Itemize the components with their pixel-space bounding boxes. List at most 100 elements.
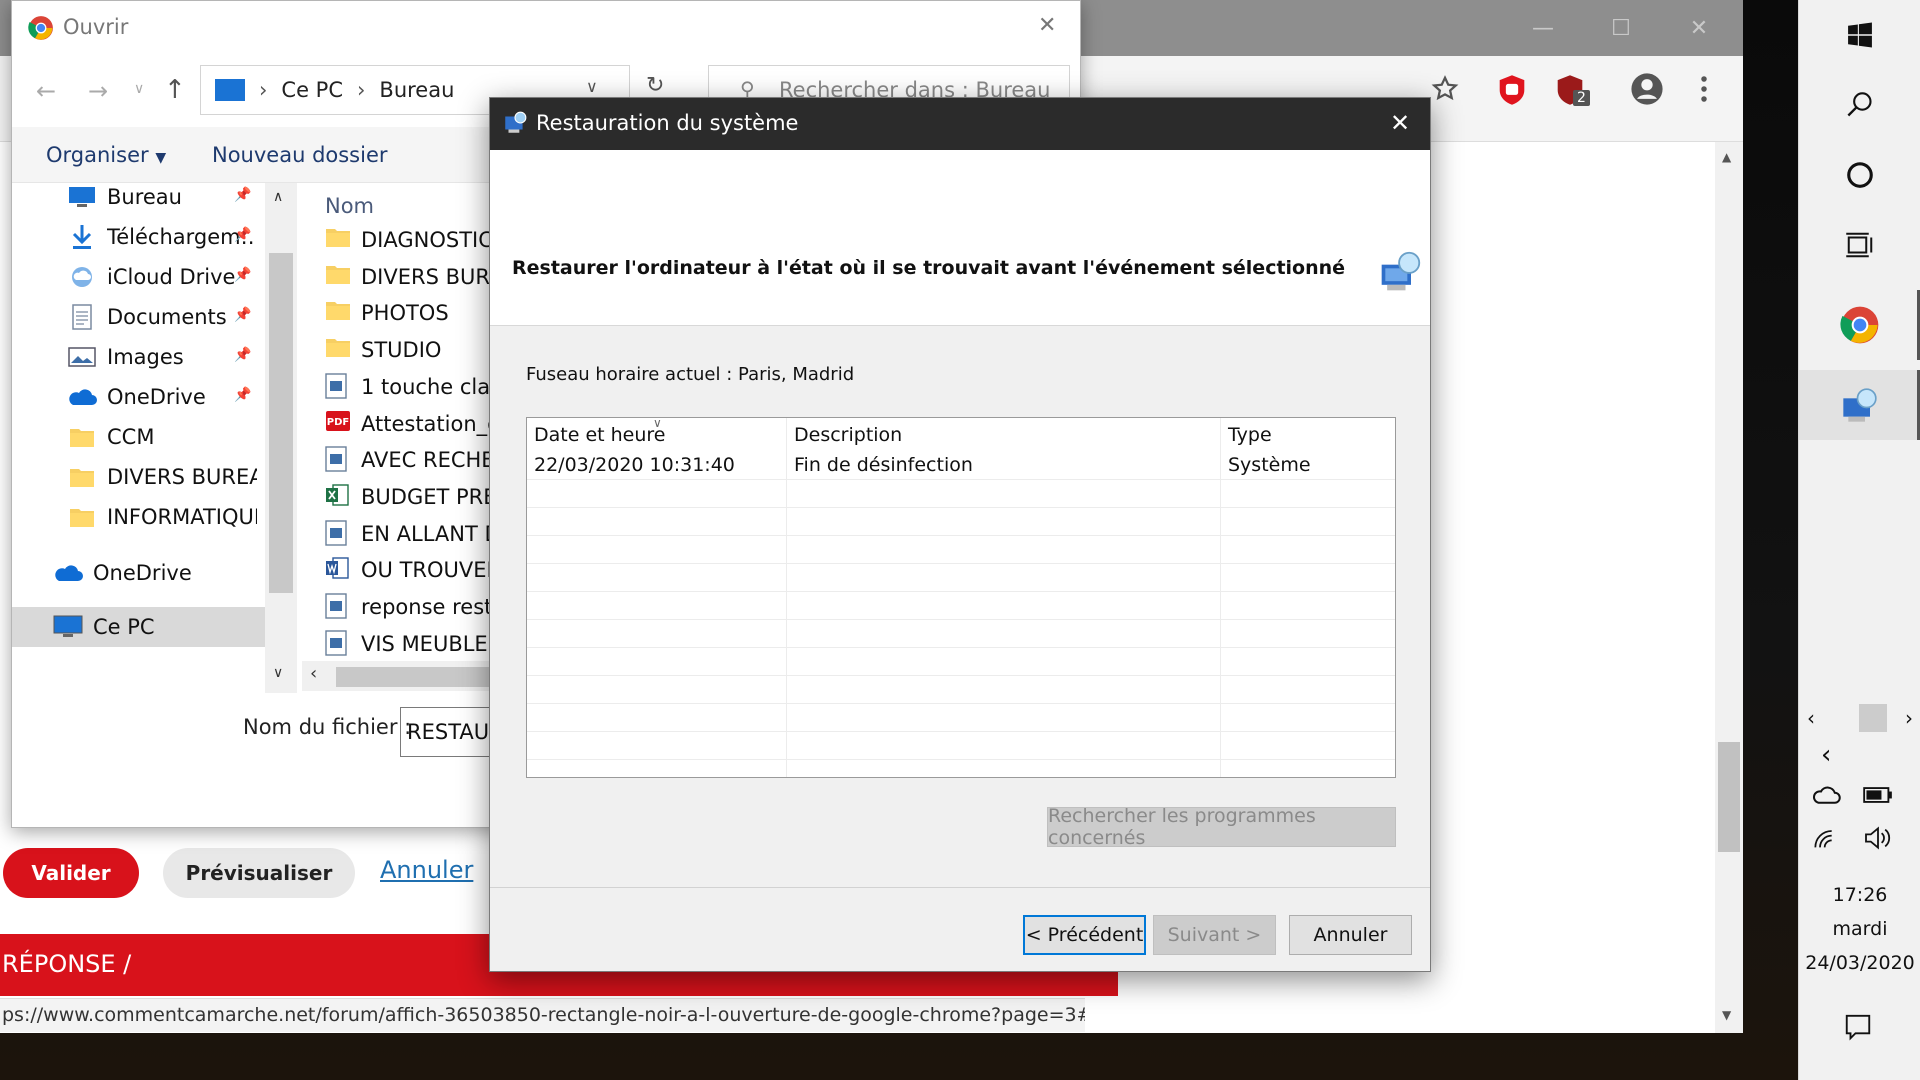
nav-item[interactable]: DIVERS BUREAU [67, 457, 257, 497]
close-icon[interactable]: ✕ [1038, 13, 1056, 38]
profile-icon[interactable] [1630, 72, 1664, 106]
close-icon[interactable]: ✕ [1390, 109, 1410, 137]
recent-chevron-icon[interactable]: ∨ [134, 81, 144, 97]
address-dropdown-icon[interactable]: ∨ [586, 77, 598, 96]
system-restore-taskbar-icon[interactable] [1799, 370, 1920, 440]
nav-item[interactable]: Images [67, 337, 184, 377]
scroll-up-icon[interactable]: ∧ [273, 189, 283, 205]
refresh-icon[interactable]: ↻ [646, 73, 664, 98]
clock-time[interactable]: 17:26 [1799, 884, 1920, 906]
forward-arrow-icon[interactable]: → [88, 77, 108, 105]
close-icon[interactable]: ✕ [1676, 8, 1722, 48]
nav-item-thispc[interactable]: Ce PC [53, 607, 155, 647]
page-scrollbar[interactable]: ▲ ▼ [1715, 142, 1743, 1033]
file-list-item[interactable]: VIS MEUBLE C [325, 626, 509, 662]
extension-shield-icon[interactable]: 2 [1555, 74, 1590, 106]
start-windows-icon[interactable] [1799, 0, 1920, 70]
ublock-icon[interactable] [1497, 74, 1527, 106]
wifi-icon[interactable] [1813, 826, 1841, 850]
nav-item[interactable]: INFORMATIQUE [67, 497, 257, 537]
file-list-item[interactable]: 1 touche clavi [325, 369, 508, 405]
tray-expand-icon[interactable]: ‹ [1821, 740, 1831, 770]
preview-button[interactable]: Prévisualiser [163, 848, 355, 898]
file-name: AVEC RECHER [361, 448, 510, 473]
image-file-icon [325, 629, 351, 658]
scroll-thumb[interactable] [1718, 742, 1740, 852]
row-divider [527, 563, 1395, 564]
pin-icon: 📌 [234, 387, 252, 403]
nav-item[interactable]: OneDrive [67, 377, 206, 417]
maximize-icon[interactable]: ☐ [1598, 8, 1644, 48]
column-header-date[interactable]: Date et heure [534, 424, 666, 446]
minimize-icon[interactable]: — [1520, 8, 1566, 48]
clock-date[interactable]: 24/03/2020 [1799, 952, 1920, 974]
pdf-icon: PDF [325, 410, 351, 438]
file-list-item[interactable]: BUDGET PREV [325, 479, 511, 515]
file-list-item[interactable]: PDF Attestation_de [325, 406, 513, 442]
scroll-right-icon[interactable]: › [1905, 706, 1913, 730]
table-row[interactable]: 22/03/2020 10:31:40 Fin de désinfection … [527, 451, 1395, 479]
nav-item[interactable]: Documents [67, 297, 227, 337]
cancel-link[interactable]: Annuler [380, 856, 473, 884]
scroll-left-icon[interactable]: ‹ [1807, 706, 1815, 730]
scroll-thumb[interactable] [336, 667, 496, 687]
nav-item[interactable]: CCM [67, 417, 154, 457]
scroll-up-icon[interactable]: ▲ [1722, 150, 1731, 164]
file-list-item[interactable]: OU TROUVER [325, 552, 501, 588]
previous-button[interactable]: < Précédent [1023, 915, 1146, 955]
up-arrow-icon[interactable]: ↑ [164, 75, 186, 105]
restore-points-table[interactable]: Date et heure ∨ Description Type 22/03/2… [526, 416, 1396, 778]
scroll-thumb[interactable] [269, 253, 293, 593]
cell-description: Fin de désinfection [794, 454, 973, 476]
row-divider [527, 535, 1395, 536]
scroll-down-icon[interactable]: ▼ [1722, 1008, 1731, 1022]
scroll-left-icon[interactable]: ‹ [310, 663, 317, 684]
scroll-down-icon[interactable]: ∨ [273, 665, 283, 681]
breadcrumb-item-desktop[interactable]: Bureau [379, 78, 454, 102]
next-button[interactable]: Suivant > [1153, 915, 1276, 955]
tray-scroll-thumb[interactable] [1859, 704, 1887, 732]
nav-item-label: Ce PC [93, 615, 155, 639]
scan-affected-programs-button[interactable]: Rechercher les programmes concernés [1047, 805, 1396, 849]
action-center-icon[interactable] [1843, 1012, 1873, 1042]
file-list-item[interactable]: EN ALLANT D [325, 516, 501, 552]
menu-dots-icon[interactable] [1694, 74, 1714, 104]
nav-item-onedrive[interactable]: OneDrive [53, 553, 192, 593]
images-icon [67, 344, 97, 370]
column-header-description[interactable]: Description [794, 424, 902, 446]
svg-text:PDF: PDF [327, 417, 349, 428]
column-header-type[interactable]: Type [1228, 424, 1272, 446]
new-folder-button[interactable]: Nouveau dossier [212, 143, 388, 167]
nav-scrollbar[interactable]: ∧ ∨ [265, 183, 297, 693]
validate-button[interactable]: Valider [3, 848, 139, 898]
breadcrumb-separator-icon: › [357, 78, 366, 102]
pin-icon: 📌 [234, 267, 252, 283]
nav-item[interactable]: Bureau [67, 177, 182, 217]
clock-day[interactable]: mardi [1799, 918, 1920, 940]
cortana-icon[interactable] [1799, 140, 1920, 210]
task-view-icon[interactable] [1799, 210, 1920, 280]
nav-item[interactable]: iCloud Drive [67, 257, 235, 297]
onedrive-tray-icon[interactable] [1811, 784, 1841, 804]
battery-icon[interactable] [1863, 786, 1893, 804]
organize-label: Organiser [46, 143, 149, 167]
nav-item[interactable]: Téléchargem… [67, 217, 257, 257]
horizontal-scrollbar[interactable]: ‹ [302, 661, 502, 691]
file-list-item[interactable]: STUDIO [325, 332, 441, 368]
cancel-button[interactable]: Annuler [1289, 915, 1412, 955]
organize-button[interactable]: Organiser ▼ [46, 143, 166, 167]
row-divider [527, 675, 1395, 676]
file-name: PHOTOS [361, 301, 449, 326]
search-icon[interactable] [1799, 70, 1920, 140]
tray-scroller: ‹ › [1799, 704, 1920, 734]
chrome-taskbar-icon[interactable] [1799, 290, 1920, 360]
breadcrumb-item-thispc[interactable]: Ce PC [281, 78, 343, 102]
column-header-name[interactable]: Nom [325, 194, 374, 218]
volume-icon[interactable] [1863, 826, 1893, 850]
star-icon[interactable] [1430, 74, 1460, 104]
timezone-label: Fuseau horaire actuel : Paris, Madrid [526, 364, 855, 385]
file-list-item[interactable]: PHOTOS [325, 295, 449, 331]
file-list-item[interactable]: AVEC RECHER [325, 442, 509, 478]
back-arrow-icon[interactable]: ← [36, 77, 56, 105]
file-list-item[interactable]: DIAGNOSTICS [325, 222, 506, 258]
